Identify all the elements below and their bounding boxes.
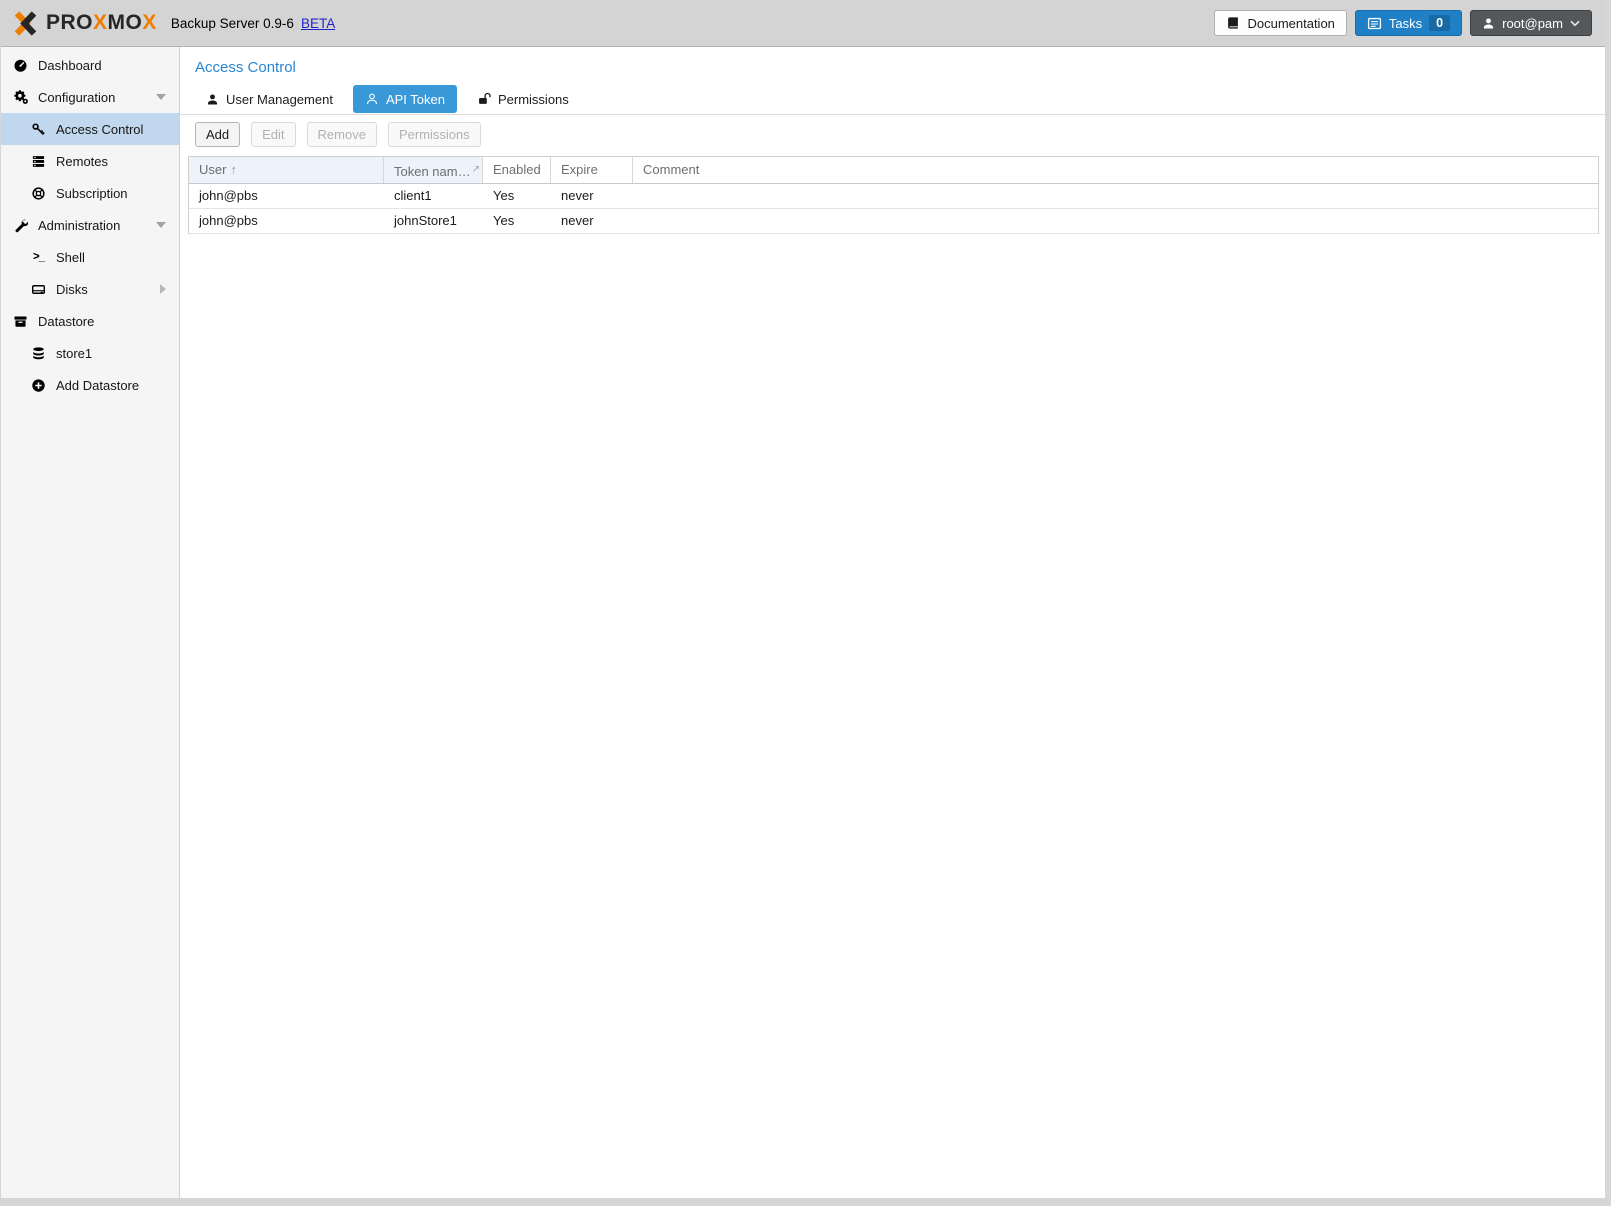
sidebar-item-disks[interactable]: Disks bbox=[1, 273, 179, 305]
task-list-icon bbox=[1367, 16, 1382, 31]
book-icon bbox=[1226, 16, 1240, 30]
unlock-icon bbox=[477, 92, 491, 106]
tab-bar: User Management API Token Permissions bbox=[180, 85, 1605, 115]
cell-user: john@pbs bbox=[189, 209, 384, 233]
user-outline-icon bbox=[365, 92, 379, 106]
key-icon bbox=[30, 122, 47, 137]
edit-button[interactable]: Edit bbox=[251, 122, 295, 147]
tasks-count-badge: 0 bbox=[1429, 15, 1450, 31]
cell-comment bbox=[633, 209, 1598, 233]
expand-caret-icon[interactable] bbox=[156, 94, 166, 100]
top-bar: PROXMOX Backup Server 0.9-6 BETA Documen… bbox=[1, 0, 1605, 47]
table-row[interactable]: john@pbs johnStore1 Yes never bbox=[189, 209, 1598, 234]
sidebar-item-datastore[interactable]: Datastore bbox=[1, 305, 179, 337]
sidebar-item-store1[interactable]: store1 bbox=[1, 337, 179, 369]
user-menu-button[interactable]: root@pam bbox=[1470, 10, 1592, 36]
user-icon bbox=[206, 93, 219, 106]
add-button[interactable]: Add bbox=[195, 122, 240, 147]
sidebar-item-label: Access Control bbox=[56, 122, 143, 137]
column-header-enabled[interactable]: Enabled bbox=[483, 157, 551, 183]
user-menu-label: root@pam bbox=[1502, 16, 1563, 31]
column-header-comment[interactable]: Comment bbox=[633, 157, 1598, 183]
sidebar-item-dashboard[interactable]: Dashboard bbox=[1, 49, 179, 81]
sidebar-item-label: Disks bbox=[56, 282, 88, 297]
tab-permissions[interactable]: Permissions bbox=[465, 85, 581, 113]
sidebar-item-administration[interactable]: Administration bbox=[1, 209, 179, 241]
tasks-label: Tasks bbox=[1389, 16, 1422, 31]
sidebar-item-remotes[interactable]: Remotes bbox=[1, 145, 179, 177]
toolbar: Add Edit Remove Permissions bbox=[180, 115, 1605, 155]
column-header-expire[interactable]: Expire bbox=[551, 157, 633, 183]
chevron-down-icon bbox=[1570, 20, 1580, 27]
page-title: Access Control bbox=[195, 59, 1605, 76]
column-header-user[interactable]: User↑ bbox=[189, 157, 384, 183]
cell-token: johnStore1 bbox=[384, 209, 483, 233]
sort-asc-icon: ↑ bbox=[230, 162, 237, 177]
database-icon bbox=[30, 346, 47, 361]
tab-label: User Management bbox=[226, 92, 333, 107]
dashboard-icon bbox=[12, 58, 29, 73]
sidebar-item-shell[interactable]: >_ Shell bbox=[1, 241, 179, 273]
cell-expire: never bbox=[551, 209, 633, 233]
main-panel: Access Control User Management API Token bbox=[180, 47, 1605, 1198]
sidebar-item-label: Subscription bbox=[56, 186, 128, 201]
remove-button[interactable]: Remove bbox=[307, 122, 377, 147]
sidebar-item-configuration[interactable]: Configuration bbox=[1, 81, 179, 113]
tasks-button[interactable]: Tasks 0 bbox=[1355, 10, 1462, 36]
expand-caret-icon[interactable] bbox=[160, 284, 166, 294]
proxmox-logo[interactable]: PROXMOX bbox=[12, 10, 157, 37]
cell-comment bbox=[633, 184, 1598, 208]
gears-icon bbox=[12, 89, 29, 105]
tab-api-token[interactable]: API Token bbox=[353, 85, 457, 113]
column-header-token-name[interactable]: Token nam…↗ bbox=[384, 157, 483, 183]
tab-label: API Token bbox=[386, 92, 445, 107]
brand-wordmark: PROXMOX bbox=[46, 11, 157, 35]
tab-user-management[interactable]: User Management bbox=[194, 85, 345, 113]
table-header-row: User↑ Token nam…↗ Enabled Expire Comment bbox=[189, 157, 1598, 184]
sidebar-item-label: Shell bbox=[56, 250, 85, 265]
wrench-icon bbox=[12, 218, 29, 233]
permissions-button[interactable]: Permissions bbox=[388, 122, 481, 147]
cell-user: john@pbs bbox=[189, 184, 384, 208]
sidebar-item-add-datastore[interactable]: Add Datastore bbox=[1, 369, 179, 401]
plus-circle-icon bbox=[30, 378, 47, 393]
cell-token: client1 bbox=[384, 184, 483, 208]
lifering-icon bbox=[30, 186, 47, 201]
cell-enabled: Yes bbox=[483, 209, 551, 233]
sidebar-item-label: store1 bbox=[56, 346, 92, 361]
sidebar-item-label: Add Datastore bbox=[56, 378, 139, 393]
sidebar-item-label: Remotes bbox=[56, 154, 108, 169]
sidebar-item-access-control[interactable]: Access Control bbox=[1, 113, 179, 145]
harddisk-icon bbox=[30, 282, 47, 297]
sidebar: Dashboard Configuration Access Contro bbox=[1, 47, 180, 1198]
beta-link[interactable]: BETA bbox=[301, 16, 335, 31]
sidebar-item-label: Configuration bbox=[38, 90, 115, 105]
archive-icon bbox=[12, 314, 29, 329]
tab-label: Permissions bbox=[498, 92, 569, 107]
documentation-label: Documentation bbox=[1247, 16, 1334, 31]
sidebar-item-label: Dashboard bbox=[38, 58, 102, 73]
sidebar-item-label: Administration bbox=[38, 218, 120, 233]
proxmox-x-icon bbox=[12, 10, 39, 37]
remotes-icon bbox=[30, 154, 47, 169]
cell-expire: never bbox=[551, 184, 633, 208]
user-icon bbox=[1482, 17, 1495, 30]
header-buttons: Documentation Tasks 0 root@pam bbox=[1214, 10, 1592, 36]
documentation-button[interactable]: Documentation bbox=[1214, 10, 1346, 36]
sidebar-item-label: Datastore bbox=[38, 314, 94, 329]
cell-enabled: Yes bbox=[483, 184, 551, 208]
table-row[interactable]: john@pbs client1 Yes never bbox=[189, 184, 1598, 209]
sort-secondary-icon: ↗ bbox=[472, 164, 480, 175]
app-frame: PROXMOX Backup Server 0.9-6 BETA Documen… bbox=[1, 0, 1605, 1198]
expand-caret-icon[interactable] bbox=[156, 222, 166, 228]
app-subtitle: Backup Server 0.9-6 bbox=[171, 16, 294, 31]
api-token-table: User↑ Token nam…↗ Enabled Expire Comment… bbox=[188, 156, 1599, 234]
sidebar-item-subscription[interactable]: Subscription bbox=[1, 177, 179, 209]
terminal-icon: >_ bbox=[30, 251, 47, 263]
